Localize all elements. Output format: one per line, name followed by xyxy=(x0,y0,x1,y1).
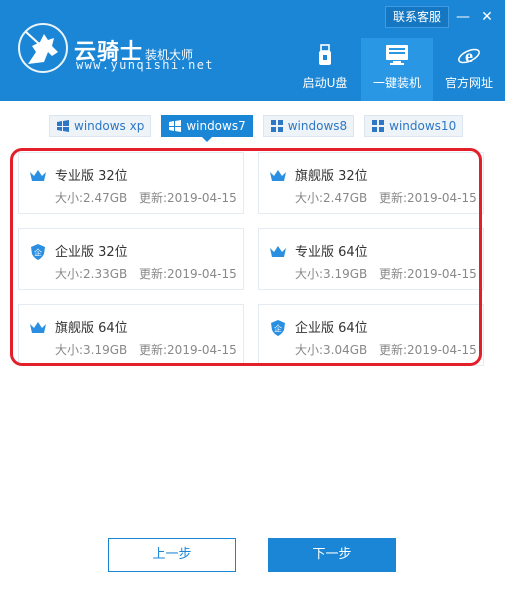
nav-one-click-install[interactable]: 一键装机 xyxy=(361,38,433,101)
nav-label: 启动U盘 xyxy=(302,76,348,90)
close-button[interactable]: ✕ xyxy=(477,7,497,27)
site-url: www.yunqishi.net xyxy=(76,58,214,72)
tab-windows-xp[interactable]: windows xp xyxy=(49,115,152,137)
os-version-tabs: windows xp windows7 windows8 windows10 xyxy=(49,115,464,142)
red-highlight-annotation xyxy=(10,148,482,366)
previous-step-button[interactable]: 上一步 xyxy=(108,538,236,572)
nav-usb-boot[interactable]: 启动U盘 xyxy=(289,38,361,101)
next-step-button[interactable]: 下一步 xyxy=(268,538,396,572)
windows-logo-icon xyxy=(57,120,69,132)
nav-label: 一键装机 xyxy=(372,76,421,90)
minimize-button[interactable]: — xyxy=(453,7,473,27)
window-controls: 联系客服 — ✕ xyxy=(384,6,497,28)
header-bar: 云骑士装机大师 www.yunqishi.net 联系客服 — ✕ 启动U盘 xyxy=(0,0,505,101)
tab-windows7[interactable]: windows7 xyxy=(161,115,253,142)
windows-logo-icon xyxy=(372,120,385,132)
contact-support-button[interactable]: 联系客服 xyxy=(384,6,449,28)
tab-label: windows8 xyxy=(287,119,348,133)
installer-window: 云骑士装机大师 www.yunqishi.net 联系客服 — ✕ 启动U盘 xyxy=(0,0,505,602)
nav-official-site[interactable]: e 官方网址 xyxy=(433,38,505,101)
ie-icon: e xyxy=(458,46,480,66)
tab-label: windows xp xyxy=(74,119,145,133)
windows-logo-icon xyxy=(270,120,283,132)
windows-logo-icon xyxy=(169,120,182,132)
computer-icon xyxy=(386,45,408,65)
usb-icon xyxy=(319,44,331,65)
svg-text:e: e xyxy=(465,46,473,66)
main-nav: 启动U盘 一键装机 e 官方网址 xyxy=(289,38,505,101)
tab-label: windows10 xyxy=(389,119,457,133)
tab-label: windows7 xyxy=(186,119,246,133)
tab-windows8[interactable]: windows8 xyxy=(262,115,355,137)
knight-logo-icon xyxy=(18,23,68,73)
tab-windows10[interactable]: windows10 xyxy=(364,115,464,137)
nav-label: 官方网址 xyxy=(444,76,493,90)
